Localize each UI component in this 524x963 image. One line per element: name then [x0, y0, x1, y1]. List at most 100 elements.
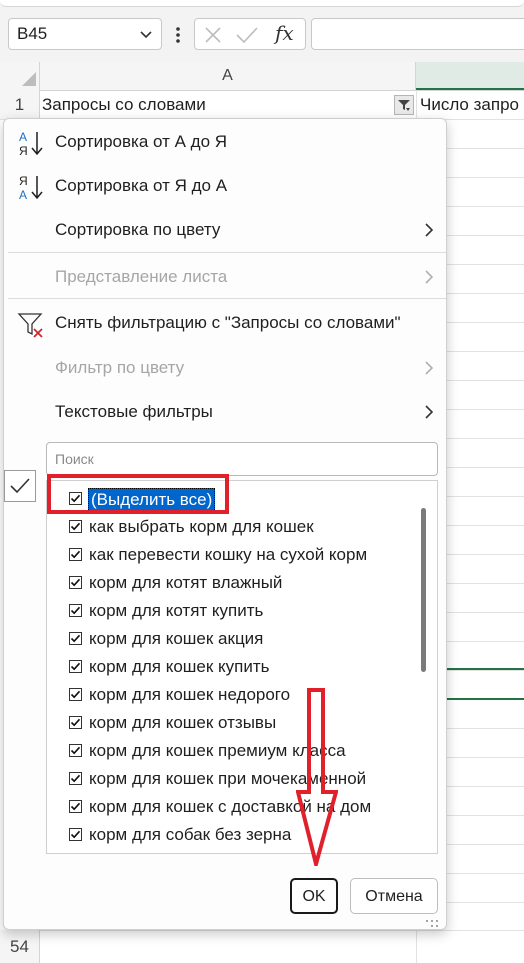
gridline — [447, 467, 524, 468]
column-header-a[interactable]: A — [40, 62, 416, 90]
list-item[interactable]: корм для котят влажный — [47, 569, 419, 597]
gridline — [447, 902, 524, 903]
list-item[interactable]: корм для кошек отзывы — [47, 709, 419, 737]
filter-value-list[interactable]: (Выделить все) как выбрать корм для кошек… — [46, 480, 438, 854]
checkbox[interactable] — [69, 828, 82, 841]
checkmark-icon — [70, 606, 81, 615]
gridline — [447, 757, 524, 758]
checkmark-icon — [70, 746, 81, 755]
chevron-right-icon — [425, 270, 434, 284]
list-item[interactable]: корм для кошек купить — [47, 653, 419, 681]
menu-sort-desc-label: Сортировка от Я до А — [55, 176, 228, 195]
formula-input[interactable] — [311, 18, 524, 50]
list-item-label: корм для котят купить — [89, 601, 264, 620]
list-item-label: как перевести кошку на сухой корм — [89, 545, 368, 564]
gridline — [447, 351, 524, 352]
list-check-indicator — [4, 470, 36, 502]
gridline — [0, 930, 524, 931]
checkbox[interactable] — [69, 548, 82, 561]
gridline — [447, 670, 524, 671]
gridline — [447, 525, 524, 526]
selection-border — [447, 668, 524, 670]
menu-sort-asc[interactable]: А Я Сортировка от А до Я — [4, 122, 440, 162]
checkbox[interactable] — [69, 632, 82, 645]
menu-sort-asc-label: Сортировка от А до Я — [55, 132, 228, 151]
checkbox[interactable] — [69, 688, 82, 701]
confirm-check-icon[interactable] — [235, 25, 259, 45]
search-input[interactable]: Поиск — [46, 442, 438, 476]
svg-text:Я: Я — [19, 174, 28, 188]
menu-text-filters[interactable]: Текстовые фильтры — [4, 392, 440, 432]
menu-sort-by-color[interactable]: Сортировка по цвету — [4, 210, 440, 250]
checkbox[interactable] — [69, 520, 82, 533]
checkbox[interactable] — [69, 660, 82, 673]
resize-grip-icon[interactable] — [424, 918, 440, 928]
list-item[interactable]: корм для кошек премиум класса — [47, 737, 419, 765]
checkmark-icon — [70, 662, 81, 671]
list-item[interactable]: корм для кошек акция — [47, 625, 419, 653]
chevron-down-icon[interactable] — [138, 26, 154, 42]
checkmark-icon — [70, 830, 81, 839]
selection-border — [447, 698, 524, 700]
chevron-right-icon — [425, 405, 434, 419]
row-header-54[interactable]: 54 — [0, 930, 40, 963]
menu-sort-desc[interactable]: Я А Сортировка от Я до А — [4, 166, 440, 206]
checkmark-icon — [70, 774, 81, 783]
gridline — [447, 177, 524, 178]
gridline — [447, 583, 524, 584]
filter-dropdown-button[interactable] — [394, 95, 414, 115]
cell-a1[interactable]: Запросы со словами — [42, 95, 392, 115]
list-item[interactable]: корм для кошек при мочекаменной — [47, 765, 419, 793]
column-header-b[interactable] — [416, 62, 524, 90]
ok-button[interactable]: OK — [290, 878, 338, 914]
formula-buttons: fx — [194, 18, 306, 50]
checkmark-icon — [70, 634, 81, 643]
menu-sheet-view: Представление листа — [4, 257, 440, 297]
svg-text:Я: Я — [19, 144, 28, 158]
gridline — [447, 235, 524, 236]
list-scrollbar-thumb[interactable] — [421, 508, 426, 672]
menu-sheet-view-label: Представление листа — [55, 267, 228, 286]
checkmark-icon — [70, 718, 81, 727]
list-item[interactable]: корм для кошек недорого — [47, 681, 419, 709]
more-options-icon[interactable] — [172, 25, 184, 45]
checkmark-icon — [70, 802, 81, 811]
list-item[interactable]: корм для собак без зерна — [47, 821, 419, 849]
cancel-x-icon[interactable] — [203, 25, 223, 45]
menu-clear-filter[interactable]: Снять фильтрацию с "Запросы со словами" — [4, 303, 440, 343]
checkbox[interactable] — [69, 604, 82, 617]
down-arrow-annotation — [296, 688, 338, 866]
checkbox[interactable] — [69, 772, 82, 785]
list-item[interactable]: корм для котят купить — [47, 597, 419, 625]
list-item-label: корм для кошек отзывы — [89, 713, 277, 732]
checkmark-icon — [70, 690, 81, 699]
select-all-triangle-icon — [22, 72, 36, 86]
gridline — [447, 206, 524, 207]
menu-filter-by-color: Фильтр по цвету — [4, 348, 440, 388]
list-item[interactable]: как перевести кошку на сухой корм — [47, 541, 419, 569]
gridline — [447, 380, 524, 381]
cell-b1[interactable]: Число запро — [420, 95, 524, 115]
gridline — [447, 873, 524, 874]
checkbox[interactable] — [69, 576, 82, 589]
cancel-button[interactable]: Отмена — [350, 878, 438, 914]
chevron-right-icon — [425, 223, 434, 237]
list-item[interactable]: корм для кошек с доставкой на дом — [47, 793, 419, 821]
gridline — [447, 728, 524, 729]
checkmark-icon — [70, 522, 81, 531]
gridline — [447, 815, 524, 816]
gridline — [447, 612, 524, 613]
checkmark-icon — [10, 478, 30, 494]
list-item[interactable]: как выбрать корм для кошек — [47, 513, 419, 541]
checkbox[interactable] — [69, 744, 82, 757]
checkmark-icon — [70, 550, 81, 559]
menu-separator — [8, 252, 446, 253]
insert-function-icon[interactable]: fx — [275, 21, 294, 45]
checkbox[interactable] — [69, 716, 82, 729]
gridline — [447, 148, 524, 149]
row-header-1[interactable]: 1 — [0, 90, 40, 119]
gridline — [447, 554, 524, 555]
sort-za-icon: Я А — [19, 174, 43, 202]
menu-text-filters-label: Текстовые фильтры — [55, 402, 213, 421]
checkbox[interactable] — [69, 800, 82, 813]
